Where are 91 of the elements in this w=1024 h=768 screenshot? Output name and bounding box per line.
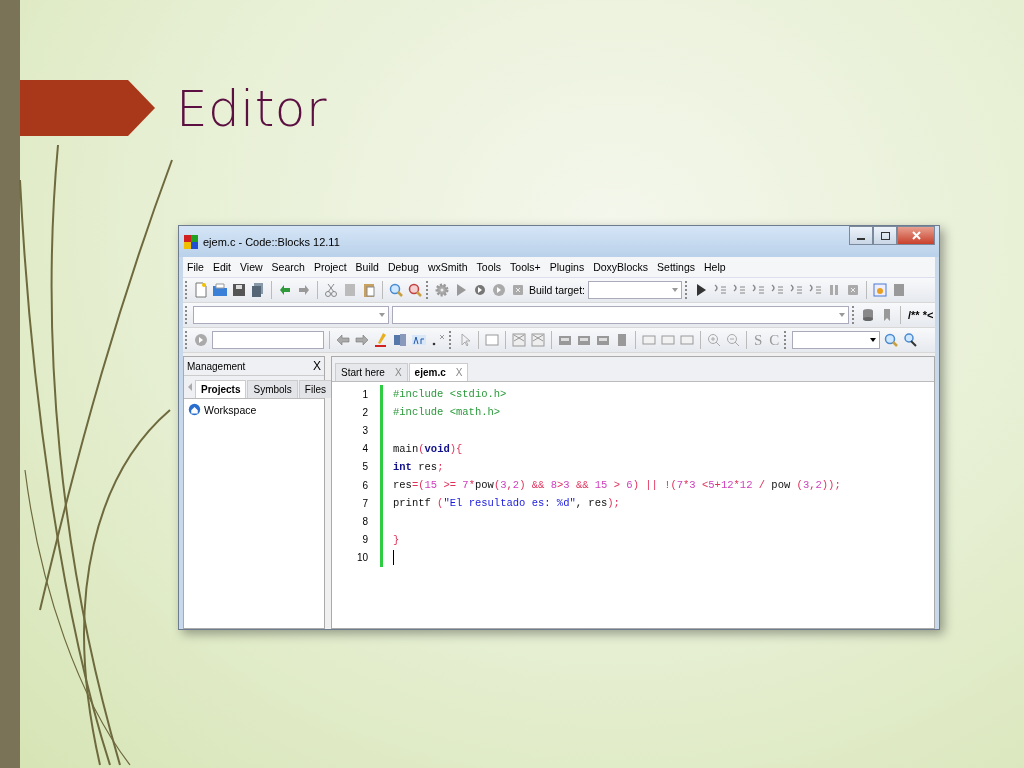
line-number: 2 bbox=[361, 406, 369, 418]
menu-item[interactable]: Settings bbox=[657, 261, 695, 273]
toolbar-grip[interactable] bbox=[449, 331, 454, 349]
code-line: main(void){ bbox=[393, 442, 463, 455]
menu-item[interactable]: DoxyBlocks bbox=[593, 261, 649, 273]
panel-tab[interactable]: Projects bbox=[195, 380, 247, 398]
pencil-icon[interactable] bbox=[373, 332, 389, 348]
magnifier-icon[interactable] bbox=[407, 282, 423, 298]
arrow-left-icon[interactable] bbox=[335, 332, 351, 348]
menu-item[interactable]: View bbox=[240, 261, 263, 273]
window-title: ejem.c - Code::Blocks 12.11 bbox=[203, 235, 341, 248]
line-number: 5 bbox=[361, 461, 369, 473]
toolbar-grip[interactable] bbox=[852, 306, 857, 324]
build-target-label: Build target: bbox=[529, 284, 586, 296]
search-dropdown[interactable] bbox=[792, 331, 881, 349]
code-line: int res; bbox=[393, 460, 444, 473]
magnifier-icon[interactable] bbox=[388, 282, 404, 298]
menu-item[interactable]: Tools+ bbox=[510, 261, 541, 273]
frame-icon[interactable] bbox=[641, 332, 657, 348]
toolbar-grip[interactable] bbox=[185, 281, 190, 299]
frame-icon[interactable] bbox=[660, 332, 676, 348]
window-icon[interactable] bbox=[484, 332, 500, 348]
stop-icon[interactable] bbox=[510, 282, 526, 298]
comment-button[interactable]: /** *< bbox=[906, 309, 936, 321]
code-line: } bbox=[393, 533, 400, 546]
magnifier-icon[interactable] bbox=[883, 332, 900, 348]
maximize-icon bbox=[880, 231, 890, 240]
search-field[interactable] bbox=[212, 331, 324, 349]
menu-item[interactable]: Tools bbox=[476, 261, 502, 273]
case-icon[interactable] bbox=[411, 332, 427, 348]
line-number: 10 bbox=[355, 552, 369, 564]
menu-item[interactable]: Project bbox=[313, 261, 347, 273]
arrow-right-icon[interactable] bbox=[354, 332, 370, 348]
menu-item[interactable]: Debug bbox=[387, 261, 419, 273]
jump-icon[interactable] bbox=[193, 332, 209, 348]
line-number: 4 bbox=[361, 443, 369, 455]
function-dropdown[interactable] bbox=[392, 306, 849, 324]
editor-tab[interactable]: Start here X bbox=[335, 363, 408, 381]
line-number: 8 bbox=[361, 515, 369, 527]
minimize-button[interactable] bbox=[849, 226, 873, 245]
menu-item[interactable]: Plugins bbox=[549, 261, 585, 273]
gear-icon[interactable] bbox=[434, 282, 450, 298]
image-frame-icon[interactable] bbox=[530, 332, 546, 348]
clipboard-icon[interactable] bbox=[361, 282, 377, 298]
close-icon bbox=[911, 231, 921, 240]
search-icon[interactable] bbox=[902, 332, 919, 348]
menu-item[interactable]: Edit bbox=[212, 261, 231, 273]
debug-window-icon[interactable] bbox=[872, 282, 889, 298]
line-number: 3 bbox=[361, 424, 369, 436]
panel-tab[interactable]: Symbols bbox=[247, 380, 298, 398]
maximize-button[interactable] bbox=[873, 226, 897, 245]
text-cursor bbox=[393, 550, 394, 566]
scissors-icon[interactable] bbox=[323, 282, 339, 298]
menu-item[interactable]: File bbox=[187, 261, 204, 273]
jump-icon[interactable] bbox=[491, 282, 507, 298]
line-number: 7 bbox=[361, 497, 369, 509]
panel-title: Management bbox=[187, 360, 246, 372]
folder-icon[interactable] bbox=[212, 282, 228, 298]
line-number: 1 bbox=[361, 388, 369, 400]
code-line: printf ("El resultado es: %d", res); bbox=[393, 497, 620, 510]
code-line: res=(15 >= 7*pow(3,2) && 8>3 && 15 > 6) || !(7*3 <5+12*12 / pow (3,2)); bbox=[393, 479, 841, 492]
app-logo-icon bbox=[183, 233, 199, 250]
menu-item[interactable]: Build bbox=[355, 261, 379, 273]
zoom-in-icon[interactable] bbox=[706, 332, 722, 348]
toolbar-grip[interactable] bbox=[185, 306, 190, 324]
zoom-out-icon[interactable] bbox=[725, 332, 741, 348]
line-number: 6 bbox=[361, 479, 369, 491]
toolbar-grip[interactable] bbox=[185, 331, 190, 349]
menu-item[interactable]: Search bbox=[271, 261, 305, 273]
workspace-icon bbox=[188, 403, 201, 416]
scope-dropdown[interactable] bbox=[193, 306, 389, 324]
panel-close-button[interactable]: X bbox=[313, 359, 321, 373]
line-number: 9 bbox=[361, 534, 369, 546]
toolbar-grip[interactable] bbox=[426, 281, 431, 299]
frame-icon[interactable] bbox=[679, 332, 695, 348]
code-line: #include <stdio.h> bbox=[393, 388, 507, 401]
tree-item[interactable]: Workspace bbox=[204, 403, 257, 416]
database-icon[interactable] bbox=[860, 307, 876, 323]
new-page-icon[interactable] bbox=[193, 282, 209, 298]
editor-tab[interactable]: ejem.c X bbox=[408, 363, 469, 381]
build-target-dropdown[interactable] bbox=[588, 281, 683, 299]
code-line: #include <math.h> bbox=[393, 406, 501, 419]
slide-title: Editor bbox=[176, 80, 327, 138]
tab-close-button[interactable]: X bbox=[455, 367, 463, 378]
minimize-icon bbox=[857, 237, 865, 240]
panel-tab[interactable]: Files bbox=[298, 380, 332, 398]
menu-item[interactable]: wxSmith bbox=[427, 261, 468, 273]
close-button[interactable] bbox=[897, 226, 935, 245]
disks-icon[interactable] bbox=[250, 282, 266, 298]
menu-item[interactable]: Help bbox=[704, 261, 726, 273]
image-frame-icon[interactable] bbox=[511, 332, 527, 348]
